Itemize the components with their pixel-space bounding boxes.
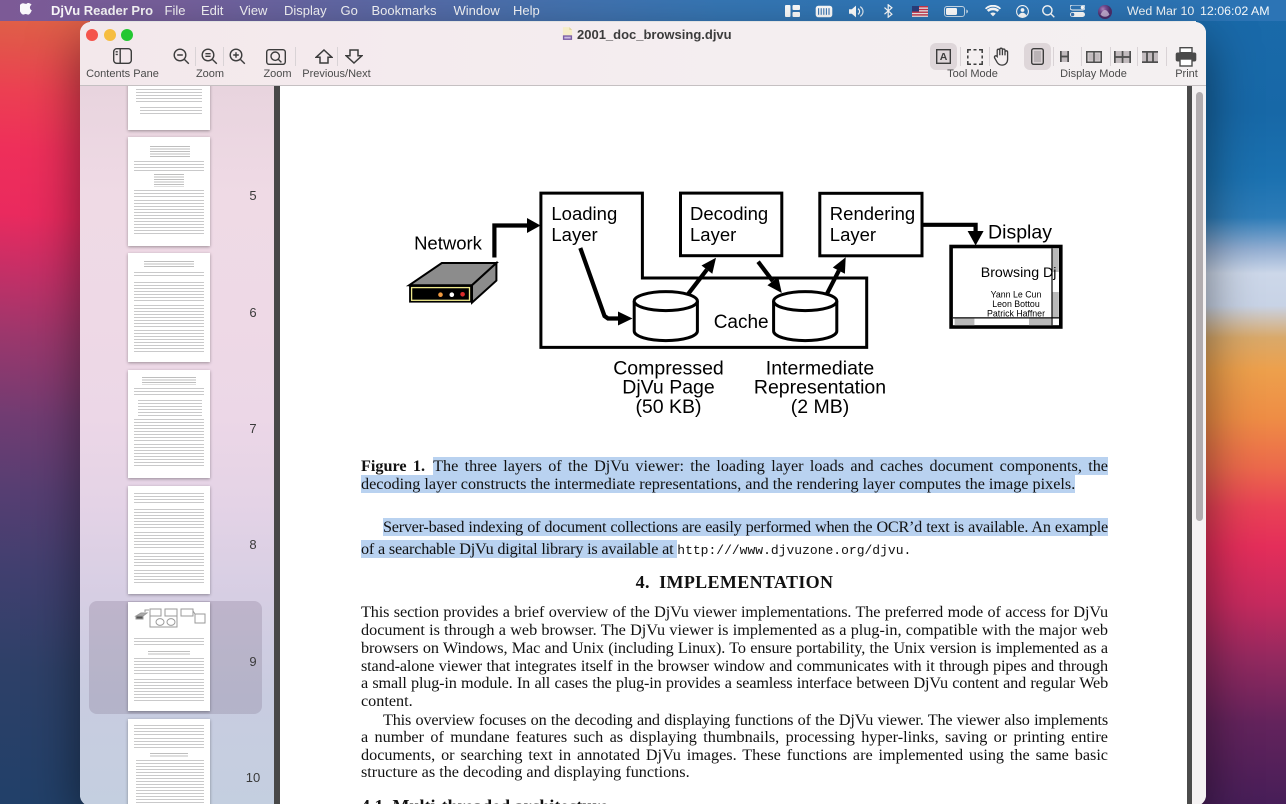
- svg-text:Layer: Layer: [690, 224, 736, 245]
- svg-text:Layer: Layer: [551, 224, 597, 245]
- svg-text:(2 MB): (2 MB): [791, 396, 850, 418]
- svg-text:(50 KB): (50 KB): [635, 396, 701, 418]
- svg-text:Cache: Cache: [714, 312, 769, 333]
- svg-text:Leon Bottou: Leon Bottou: [992, 299, 1040, 309]
- svg-text:Patrick Haffner: Patrick Haffner: [987, 309, 1045, 319]
- svg-text:A: A: [940, 51, 948, 63]
- svg-text:Browsing Dj: Browsing Dj: [981, 265, 1057, 281]
- svg-text:Loading: Loading: [551, 203, 617, 224]
- svg-text:Layer: Layer: [830, 224, 876, 245]
- svg-text:Yann Le Cun: Yann Le Cun: [991, 290, 1042, 300]
- svg-text:Display: Display: [988, 222, 1052, 244]
- svg-text:Network: Network: [414, 233, 483, 254]
- svg-text:Rendering: Rendering: [830, 203, 915, 224]
- svg-text:Decoding: Decoding: [690, 203, 768, 224]
